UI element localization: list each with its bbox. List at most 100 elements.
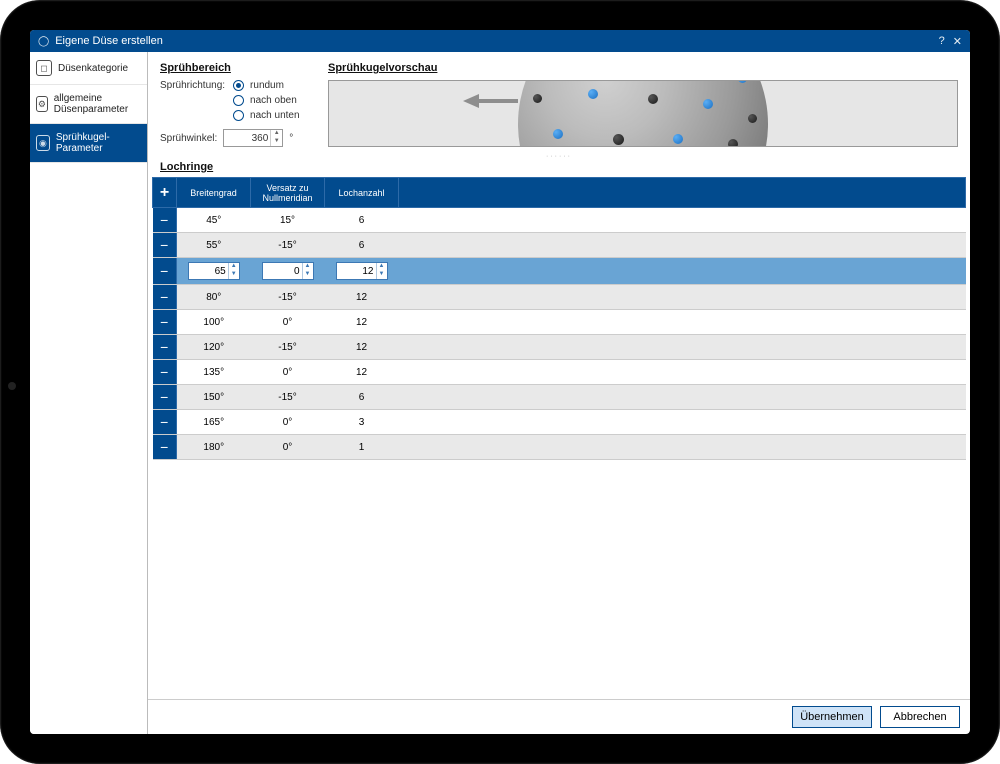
table-row[interactable]: −45°15°6 [153, 208, 966, 233]
cell-off[interactable]: 0° [251, 435, 325, 460]
remove-ring-button[interactable]: − [153, 258, 177, 285]
table-row[interactable]: −165°0°3 [153, 410, 966, 435]
lat-stepper[interactable]: 65▲▼ [188, 262, 240, 280]
sidebar-item-label: allgemeine Düsenparameter [54, 93, 141, 115]
step-up-icon[interactable]: ▲ [271, 130, 282, 138]
cell-cnt[interactable]: 12 [325, 360, 399, 385]
remove-ring-button[interactable]: − [153, 410, 177, 435]
spray-angle-value: 360 [252, 133, 269, 144]
cell-lat[interactable]: 55° [177, 233, 251, 258]
cell-cnt[interactable]: 12 [325, 335, 399, 360]
rings-table: + Breitengrad Versatz zu Nullmeridian Lo… [152, 177, 966, 460]
remove-ring-button[interactable]: − [153, 285, 177, 310]
sidebar-item-sprayball-params[interactable]: ◉ Sprühkugel-Parameter [30, 124, 147, 163]
cell-lat[interactable]: 165° [177, 410, 251, 435]
spray-area-title: Sprühbereich [160, 62, 308, 74]
cell-lat[interactable]: 180° [177, 435, 251, 460]
radio-up[interactable]: nach oben [233, 95, 300, 106]
sidebar-item-category[interactable]: ◻ Düsenkategorie [30, 52, 147, 85]
cell-off[interactable]: 0° [251, 410, 325, 435]
table-row[interactable]: −180°0°1 [153, 435, 966, 460]
cell-fill [399, 310, 966, 335]
nozzle-icon: ◻ [36, 60, 52, 76]
cell-lat[interactable]: 135° [177, 360, 251, 385]
table-row[interactable]: −135°0°12 [153, 360, 966, 385]
cell-cnt[interactable]: 12 [325, 285, 399, 310]
cell-cnt[interactable]: 3 [325, 410, 399, 435]
step-down-icon[interactable]: ▼ [271, 138, 282, 146]
cell-lat[interactable]: 150° [177, 385, 251, 410]
cell-off[interactable]: -15° [251, 285, 325, 310]
table-row[interactable]: −65▲▼0▲▼12▲▼ [153, 258, 966, 285]
cell-cnt[interactable]: 6 [325, 233, 399, 258]
cell-off[interactable]: 0° [251, 310, 325, 335]
radio-down[interactable]: nach unten [233, 110, 300, 121]
sprayball-icon: ◉ [36, 135, 50, 151]
cell-off[interactable]: -15° [251, 233, 325, 258]
col-offset[interactable]: Versatz zu Nullmeridian [251, 178, 325, 208]
remove-ring-button[interactable]: − [153, 385, 177, 410]
cell-lat[interactable]: 80° [177, 285, 251, 310]
cell-fill [399, 208, 966, 233]
cell-cnt[interactable]: 6 [325, 208, 399, 233]
params-icon: ⚙ [36, 96, 48, 112]
table-row[interactable]: −150°-15°6 [153, 385, 966, 410]
splitter-handle[interactable]: ······ [148, 153, 970, 159]
step-up-icon[interactable]: ▲ [303, 263, 313, 271]
remove-ring-button[interactable]: − [153, 310, 177, 335]
help-button[interactable]: ? [939, 35, 945, 47]
step-down-icon[interactable]: ▼ [229, 271, 239, 279]
off-stepper[interactable]: 0▲▼ [262, 262, 314, 280]
col-fill [399, 178, 966, 208]
remove-ring-button[interactable]: − [153, 360, 177, 385]
cell-fill [399, 435, 966, 460]
apply-button[interactable]: Übernehmen [792, 706, 872, 728]
add-ring-button[interactable]: + [153, 178, 177, 208]
cell-off[interactable]: 0° [251, 360, 325, 385]
cell-lat: 65▲▼ [177, 258, 251, 285]
cell-off: 0▲▼ [251, 258, 325, 285]
remove-ring-button[interactable]: − [153, 233, 177, 258]
cell-lat[interactable]: 45° [177, 208, 251, 233]
cell-lat[interactable]: 120° [177, 335, 251, 360]
cell-cnt[interactable]: 1 [325, 435, 399, 460]
cnt-stepper[interactable]: 12▲▼ [336, 262, 388, 280]
radio-label: nach unten [250, 110, 300, 121]
col-count[interactable]: Lochanzahl [325, 178, 399, 208]
cell-cnt: 12▲▼ [325, 258, 399, 285]
cancel-button[interactable]: Abbrechen [880, 706, 960, 728]
remove-ring-button[interactable]: − [153, 335, 177, 360]
spray-angle-input[interactable]: 360 ▲ ▼ [223, 129, 283, 147]
cell-off[interactable]: -15° [251, 385, 325, 410]
cell-cnt[interactable]: 12 [325, 310, 399, 335]
degree-symbol: ° [289, 133, 293, 144]
cell-fill [399, 410, 966, 435]
table-row[interactable]: −100°0°12 [153, 310, 966, 335]
col-latitude[interactable]: Breitengrad [177, 178, 251, 208]
cell-cnt[interactable]: 6 [325, 385, 399, 410]
step-up-icon[interactable]: ▲ [229, 263, 239, 271]
radio-label: rundum [250, 80, 284, 91]
radio-dot-icon [233, 95, 244, 106]
cell-fill [399, 258, 966, 285]
cell-off[interactable]: -15° [251, 335, 325, 360]
sidebar-item-label: Sprühkugel-Parameter [56, 132, 141, 154]
remove-ring-button[interactable]: − [153, 208, 177, 233]
step-up-icon[interactable]: ▲ [377, 263, 387, 271]
remove-ring-button[interactable]: − [153, 435, 177, 460]
cell-value: 65 [215, 266, 226, 277]
close-button[interactable]: ✕ [953, 35, 962, 48]
home-button[interactable] [8, 382, 16, 390]
step-down-icon[interactable]: ▼ [303, 271, 313, 279]
table-row[interactable]: −55°-15°6 [153, 233, 966, 258]
table-row[interactable]: −120°-15°12 [153, 335, 966, 360]
cell-off[interactable]: 15° [251, 208, 325, 233]
sidebar-item-general-params[interactable]: ⚙ allgemeine Düsenparameter [30, 85, 147, 124]
table-row[interactable]: −80°-15°12 [153, 285, 966, 310]
sprayball-preview[interactable] [328, 80, 958, 147]
radio-label: nach oben [250, 95, 297, 106]
step-down-icon[interactable]: ▼ [377, 271, 387, 279]
radio-allround[interactable]: rundum [233, 80, 300, 91]
cell-fill [399, 360, 966, 385]
cell-lat[interactable]: 100° [177, 310, 251, 335]
